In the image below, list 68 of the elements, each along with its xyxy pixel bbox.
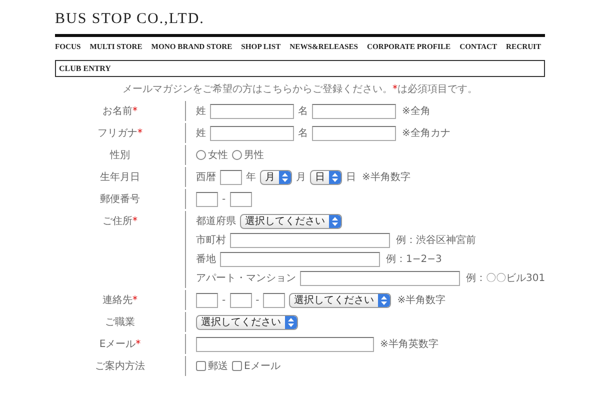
radio-button[interactable] [196, 150, 206, 160]
input-field[interactable] [220, 170, 242, 184]
stepper-icon [285, 316, 297, 328]
field-caption: 年 [246, 171, 256, 184]
input-field[interactable] [220, 252, 380, 266]
field-label: ご住所* [102, 214, 138, 228]
field-caption: 姓 [196, 127, 206, 140]
hint-text: ※半角英数字 [380, 338, 438, 351]
checkbox[interactable] [196, 361, 206, 371]
field-caption: - [222, 294, 226, 306]
input-field[interactable] [210, 126, 294, 140]
stepper-icon [378, 294, 390, 306]
input-field[interactable] [300, 270, 460, 286]
stepper-icon [329, 170, 341, 184]
field-caption: 姓 [196, 105, 206, 118]
stepper-icon [279, 170, 291, 184]
field-label: 性別 [108, 148, 131, 162]
input-field[interactable] [196, 292, 218, 308]
field-caption: 月 [296, 171, 306, 184]
input-field[interactable] [263, 292, 286, 308]
radio-button[interactable] [232, 150, 242, 160]
input-field[interactable] [196, 336, 374, 352]
field-caption: 番地 [196, 252, 216, 266]
hint-text: 例：〇〇ビル301 [466, 272, 545, 285]
select-dropdown[interactable]: 選択してください [289, 292, 392, 308]
checkbox[interactable] [232, 361, 242, 371]
hint-text: ※全角 [402, 105, 430, 118]
select-dropdown[interactable]: 選択してください [240, 214, 342, 228]
select-dropdown[interactable]: 月 [260, 170, 292, 184]
field-caption: - [222, 194, 226, 204]
field-label: お名前* [102, 105, 138, 118]
field-caption: アパート・マンション [196, 272, 296, 285]
field-caption: 名 [298, 105, 308, 118]
field-label: ご案内方法 [94, 360, 146, 373]
field-label: フリガナ* [96, 127, 144, 140]
select-dropdown[interactable]: 選択してください [196, 314, 298, 330]
brand-logo[interactable]: BUS STOP CO.,LTD. [55, 11, 204, 28]
field-caption: 西暦 [196, 171, 216, 184]
hint-text: 例：1−2−3 [386, 253, 442, 266]
input-field[interactable] [230, 232, 390, 248]
field-label: 郵便番号 [99, 192, 141, 206]
hint-text: ※半角数字 [397, 294, 446, 307]
field-label: Eメール* [98, 338, 142, 351]
field-caption: 日 [346, 171, 356, 184]
select-dropdown[interactable]: 日 [310, 170, 342, 184]
option-label: 女性 [208, 148, 228, 162]
intro-text: メールマガジンをご希望の方はこちらからご登録ください。*は必須項目です。 [122, 82, 478, 96]
field-label: 連絡先* [102, 294, 138, 307]
input-field[interactable] [210, 104, 294, 118]
hint-text: ※半角数字 [362, 170, 410, 184]
hint-text: 例：渋谷区神宮前 [396, 234, 476, 247]
input-field[interactable] [196, 192, 218, 206]
field-label: ご職業 [104, 316, 136, 329]
field-caption: 名 [298, 127, 308, 140]
hint-text: ※全角カナ [402, 127, 450, 140]
option-label: Eメール [244, 360, 280, 373]
section-title: CLUB ENTRY [55, 60, 545, 77]
field-caption: 都道府県 [196, 214, 236, 228]
input-field[interactable] [312, 126, 396, 140]
field-caption: - [256, 294, 260, 306]
stepper-icon [329, 214, 341, 228]
input-field[interactable] [230, 192, 252, 206]
option-label: 郵送 [208, 360, 228, 373]
option-label: 男性 [244, 148, 264, 162]
input-field[interactable] [312, 104, 396, 118]
input-field[interactable] [230, 292, 252, 308]
field-caption: 市町村 [196, 234, 226, 247]
field-label: 生年月日 [99, 170, 141, 184]
